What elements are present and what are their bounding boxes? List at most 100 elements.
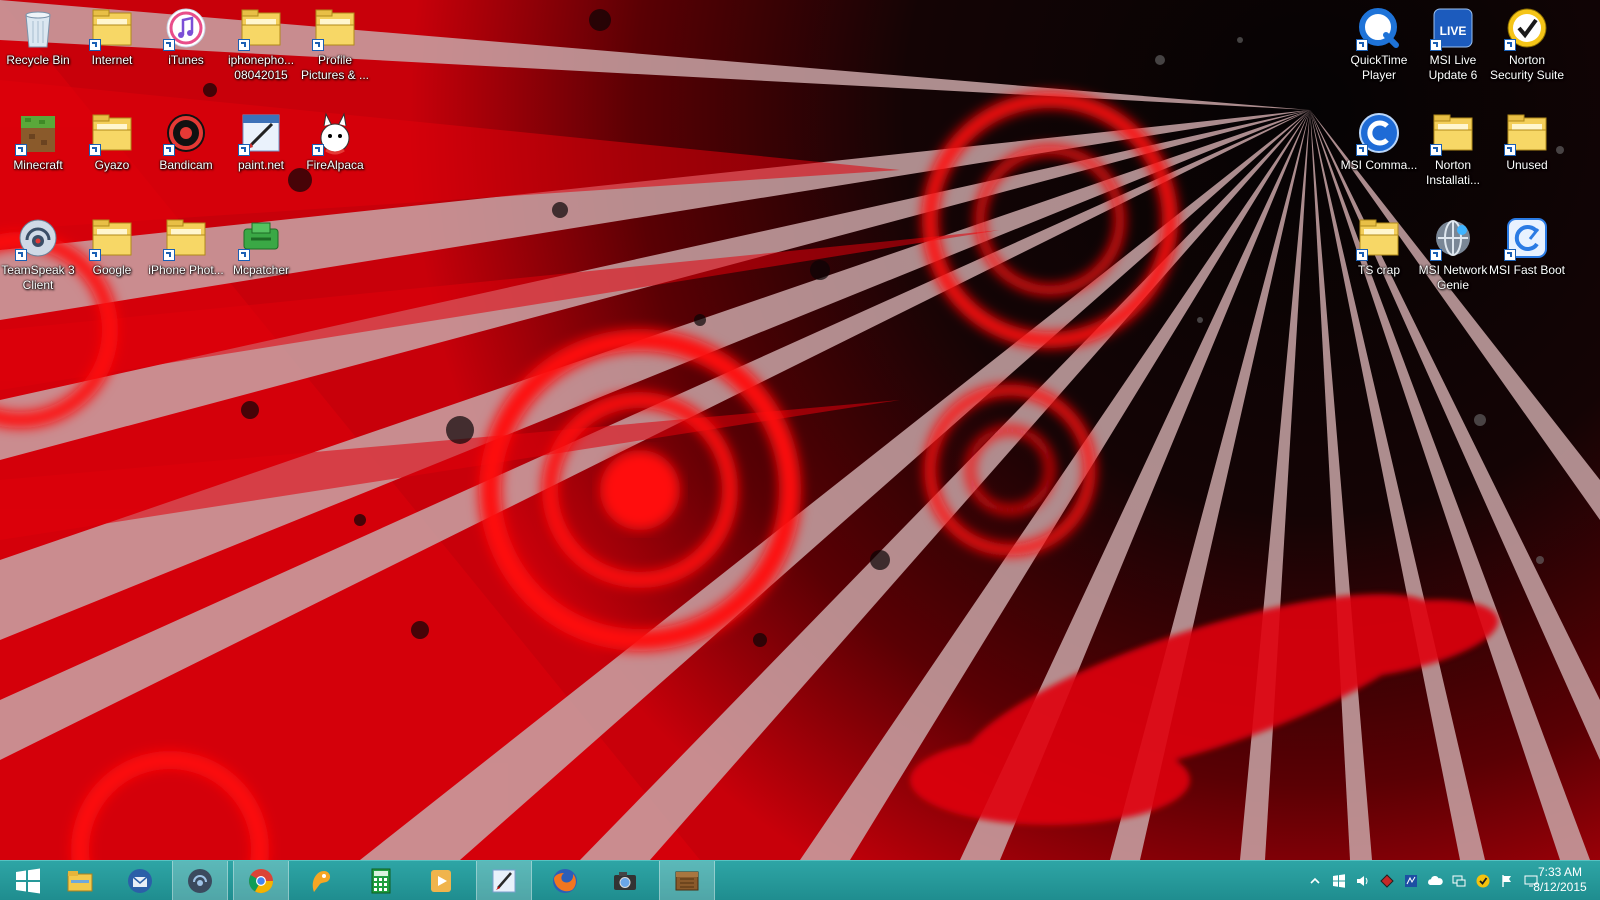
fast-boot-icon (1504, 215, 1550, 261)
minecraft-icon (15, 110, 61, 156)
network-genie-icon (1430, 215, 1476, 261)
taskbar-minecraft[interactable] (659, 861, 715, 900)
folder-icon (89, 5, 135, 51)
desktop-icon-label: iphonepho... 08042015 (227, 53, 295, 82)
desktop-icon-msi-live-update-6[interactable]: LIVE MSI Live Update 6 (1416, 5, 1490, 83)
network-tray-icon[interactable] (1450, 872, 1468, 890)
desktop-icon-msi-network-genie[interactable]: MSI Network Genie (1416, 215, 1490, 293)
desktop-icon-label: MSI Live Update 6 (1428, 53, 1478, 82)
show-hidden-icons-icon[interactable] (1306, 872, 1324, 890)
desktop-icon-label: Bandicam (159, 158, 213, 172)
taskbar-paintnet[interactable] (476, 861, 532, 900)
desktop-icon-label: TeamSpeak 3 Client (1, 263, 75, 292)
desktop-icon-norton-installati[interactable]: Norton Installati... (1416, 110, 1490, 188)
taskbar-thunderbird[interactable] (112, 861, 168, 900)
desktop-icon-firealpaca[interactable]: FireAlpaca (298, 110, 372, 173)
gyazo-icon (312, 870, 331, 892)
desktop-icon-gyazo[interactable]: Gyazo (75, 110, 149, 173)
desktop-icon-label: Gyazo (94, 158, 130, 172)
desktop-icon-label: Google (92, 263, 132, 277)
thunderbird-icon (128, 868, 152, 893)
start-button[interactable] (0, 861, 56, 900)
desktop-icon-unused[interactable]: Unused (1490, 110, 1564, 173)
desktop-icon-teamspeak-3-client[interactable]: TeamSpeak 3 Client (1, 215, 75, 293)
desktop-icon-label: iPhone Phot... (148, 263, 224, 277)
desktop-icon-google[interactable]: Google (75, 215, 149, 278)
teamspeak-icon (15, 215, 61, 261)
desktop-icon-minecraft[interactable]: Minecraft (1, 110, 75, 173)
folder-icon (89, 215, 135, 261)
shortcut-arrow-icon (1430, 249, 1442, 261)
chrome-icon (248, 868, 273, 893)
desktop-icon-recycle-bin[interactable]: Recycle Bin (1, 5, 75, 68)
taskbar-media-player[interactable] (413, 861, 469, 900)
taskbar-bandicam[interactable] (597, 861, 653, 900)
minecraft-icon (675, 871, 699, 890)
desktop-icon-label: Internet (91, 53, 133, 67)
taskbar-firefox[interactable] (537, 861, 593, 900)
desktop-icon-paint-net[interactable]: paint.net (224, 110, 298, 173)
desktop-icon-mcpatcher[interactable]: Mcpatcher (224, 215, 298, 278)
msi-tray-icon[interactable] (1402, 872, 1420, 890)
windows-logo-icon (16, 868, 40, 893)
desktop-icon-quicktime-player[interactable]: QuickTime Player (1342, 5, 1416, 83)
camera-icon (614, 871, 636, 890)
shortcut-arrow-icon (1356, 39, 1368, 51)
desktop-icon-norton-security-suite[interactable]: Norton Security Suite (1490, 5, 1564, 83)
folder-icon (89, 110, 135, 156)
desktop-icon-msi-fast-boot[interactable]: MSI Fast Boot (1488, 215, 1566, 278)
desktop-icon-label: MSI Comma... (1340, 158, 1418, 172)
shortcut-arrow-icon (238, 144, 250, 156)
desktop-icon-bandicam[interactable]: Bandicam (149, 110, 223, 173)
svg-text:LIVE: LIVE (1440, 24, 1467, 38)
desktop-icon-iphonepho-08042015[interactable]: iphonepho... 08042015 (224, 5, 298, 83)
action-center-flag-icon[interactable] (1498, 872, 1516, 890)
shortcut-arrow-icon (1504, 39, 1516, 51)
shortcut-arrow-icon (15, 249, 27, 261)
shortcut-arrow-icon (1430, 144, 1442, 156)
volume-icon[interactable] (1354, 872, 1372, 890)
shortcut-arrow-icon (312, 144, 324, 156)
desktop-icon-internet[interactable]: Internet (75, 5, 149, 68)
desktop-icon-label: iTunes (168, 53, 204, 67)
desktop-icon-label: MSI Fast Boot (1488, 263, 1566, 277)
taskbar: 7:33 AM 8/12/2015 (0, 860, 1600, 900)
taskbar-file-explorer[interactable] (52, 861, 108, 900)
folder-icon (1356, 215, 1402, 261)
shortcut-arrow-icon (89, 249, 101, 261)
shortcut-arrow-icon (163, 39, 175, 51)
desktop-icon-itunes[interactable]: iTunes (149, 5, 223, 68)
shortcut-arrow-icon (1356, 144, 1368, 156)
taskbar-teamspeak[interactable] (172, 861, 228, 900)
onedrive-icon[interactable] (1426, 872, 1444, 890)
taskbar-gyazo[interactable] (293, 861, 349, 900)
taskbar-clock[interactable]: 7:33 AM 8/12/2015 (1528, 865, 1592, 895)
shortcut-arrow-icon (1356, 249, 1368, 261)
norton-check-icon[interactable] (1474, 872, 1492, 890)
norton-tray-icon[interactable] (1378, 872, 1396, 890)
desktop-icon-iphone-phot[interactable]: iPhone Phot... (148, 215, 224, 278)
taskbar-chrome[interactable] (233, 861, 289, 900)
folder-icon (163, 215, 209, 261)
file-explorer-icon (67, 870, 93, 891)
desktop-icon-label: Unused (1506, 158, 1548, 172)
paintnet-icon (238, 110, 284, 156)
desktop-icon-msi-comma[interactable]: MSI Comma... (1340, 110, 1418, 173)
teamspeak-icon (188, 868, 212, 893)
desktop-icon-profile-pictures[interactable]: Profile Pictures & ... (298, 5, 372, 83)
desktop-icon-label: TS crap (1357, 263, 1400, 277)
windows-flag-icon[interactable] (1330, 872, 1348, 890)
folder-icon (1430, 110, 1476, 156)
recycle-bin-icon (15, 5, 61, 51)
desktop-icon-ts-crap[interactable]: TS crap (1342, 215, 1416, 278)
desktop-icon-label: paint.net (237, 158, 285, 172)
shortcut-arrow-icon (89, 144, 101, 156)
shortcut-arrow-icon (1504, 144, 1516, 156)
paintnet-icon (492, 869, 516, 892)
shortcut-arrow-icon (15, 144, 27, 156)
taskbar-calculator[interactable] (353, 861, 409, 900)
desktop-icon-label: QuickTime Player (1350, 53, 1408, 82)
media-player-icon (431, 869, 451, 892)
quicktime-icon (1356, 5, 1402, 51)
desktop-icon-label: Recycle Bin (6, 53, 70, 67)
